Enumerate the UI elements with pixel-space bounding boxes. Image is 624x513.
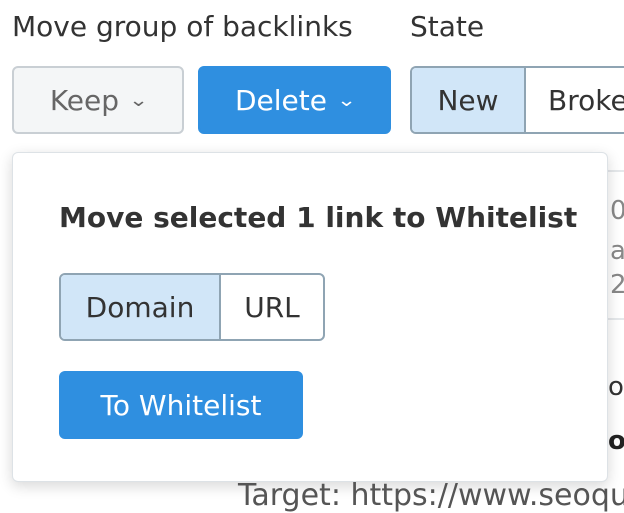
row-divider <box>606 318 624 320</box>
delete-dropdown[interactable]: Delete ⌄ <box>198 66 391 134</box>
keep-dropdown[interactable]: Keep ⌄ <box>12 66 184 134</box>
state-new-option[interactable]: New <box>412 68 526 132</box>
whitelist-scope-toggle: Domain URL <box>59 273 325 341</box>
background-text: o <box>608 372 624 402</box>
row-divider <box>606 170 624 172</box>
chevron-down-icon: ⌄ <box>336 89 357 111</box>
popover-title: Move selected 1 link to Whitelist <box>59 201 578 234</box>
delete-label: Delete <box>234 83 327 117</box>
keep-label: Keep <box>49 83 120 117</box>
scope-url-option[interactable]: URL <box>221 275 323 339</box>
state-label: State <box>410 10 485 43</box>
background-text: a <box>610 236 624 266</box>
to-whitelist-button[interactable]: To Whitelist <box>59 371 303 439</box>
background-text: o <box>608 426 624 456</box>
state-broken-option[interactable]: Broke <box>526 68 624 132</box>
backlink-target-text: Target: https://www.seoqu <box>238 478 624 513</box>
state-filter: New Broke <box>410 66 624 134</box>
background-text: 0 <box>610 196 624 226</box>
whitelist-popover: Move selected 1 link to Whitelist Domain… <box>12 152 608 482</box>
background-text: 2 <box>610 270 624 300</box>
chevron-down-icon: ⌄ <box>128 89 149 111</box>
move-group-label: Move group of backlinks <box>12 10 353 43</box>
scope-domain-option[interactable]: Domain <box>61 275 221 339</box>
